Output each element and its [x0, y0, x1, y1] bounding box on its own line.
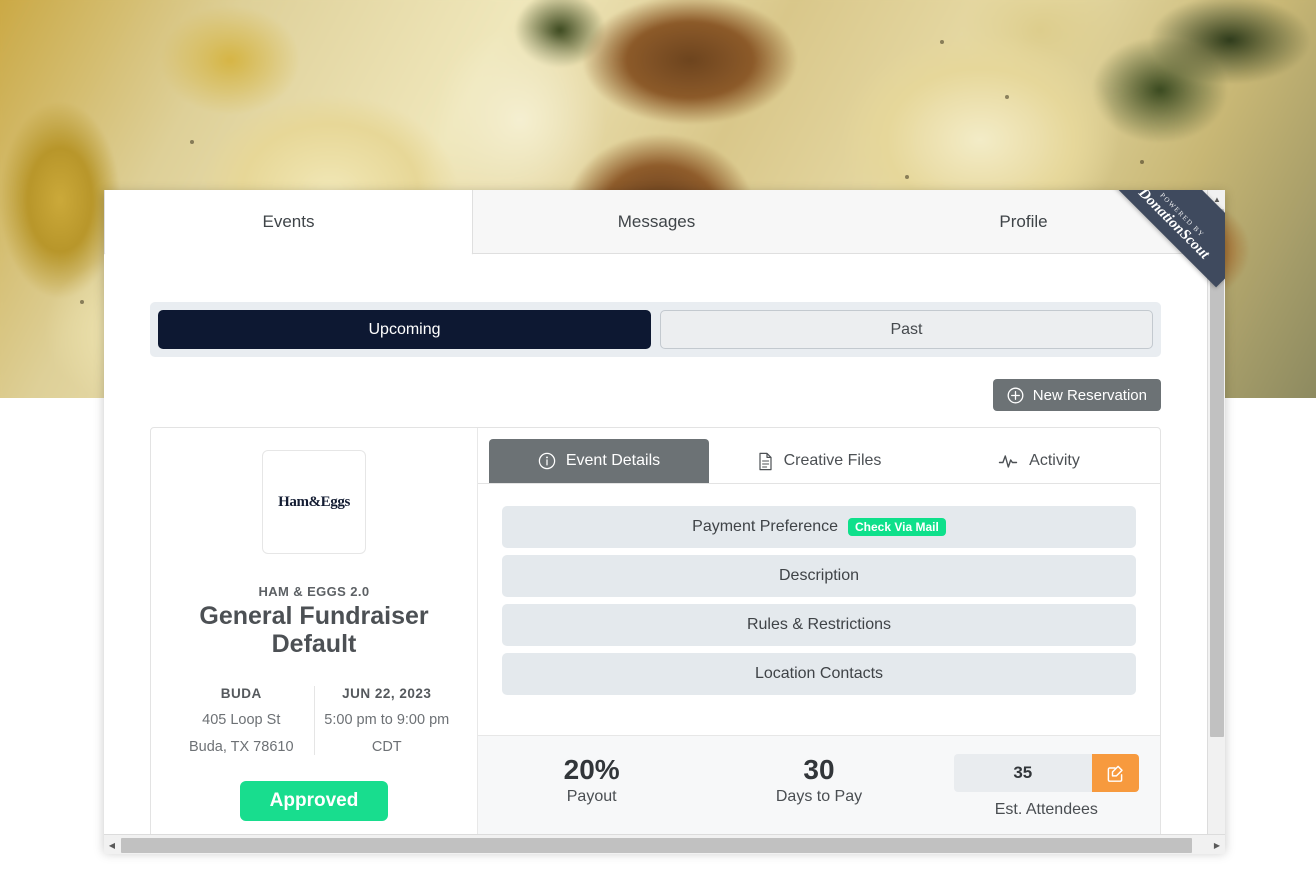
- status-badge-approved[interactable]: Approved: [239, 781, 389, 821]
- filter-past-button[interactable]: Past: [660, 310, 1153, 349]
- accordion-payment-preference-label: Payment Preference: [692, 518, 839, 535]
- pulse-icon: [998, 455, 1018, 468]
- location-street: 405 Loop St: [202, 712, 281, 728]
- tab-events[interactable]: Events: [104, 190, 473, 255]
- detail-tab-creative-files[interactable]: Creative Files: [709, 439, 929, 483]
- tab-events-label: Events: [262, 212, 315, 231]
- stat-days-to-pay-label: Days to Pay: [775, 788, 863, 806]
- event-details-accordion: Payment Preference Check Via Mail Descri…: [478, 484, 1160, 735]
- tab-messages-label: Messages: [617, 211, 696, 231]
- scroll-left-arrow-icon[interactable]: ◀: [104, 835, 120, 855]
- organization-logo-text: Ham&Eggs: [278, 493, 350, 510]
- horizontal-scrollbar-thumb[interactable]: [121, 838, 1192, 853]
- est-attendees-label: Est. Attendees: [994, 801, 1098, 818]
- new-reservation-label: New Reservation: [1032, 386, 1147, 404]
- app-window: Events Messages Profile Upcoming Past Ne…: [104, 190, 1225, 851]
- document-icon: [758, 452, 772, 470]
- accordion-location-contacts[interactable]: Location Contacts: [502, 653, 1136, 695]
- event-detail-panel: Event Details Creative Files Activity Pa…: [478, 428, 1160, 839]
- detail-tab-activity[interactable]: Activity: [929, 439, 1149, 483]
- tab-profile[interactable]: Profile: [840, 190, 1207, 253]
- accordion-payment-preference[interactable]: Payment Preference Check Via Mail: [502, 506, 1136, 548]
- location-city: BUDA: [220, 686, 262, 701]
- stat-days-to-pay-value: 30: [803, 754, 835, 785]
- detail-tab-activity-label: Activity: [1029, 452, 1080, 469]
- schedule-time: 5:00 pm to 9:00 pm: [324, 712, 450, 728]
- info-circle-icon: [538, 452, 556, 470]
- filter-upcoming-label: Upcoming: [368, 320, 441, 338]
- top-tab-strip: Events Messages Profile: [104, 190, 1207, 255]
- tab-profile-label: Profile: [999, 211, 1048, 231]
- est-attendees-edit-button[interactable]: [1091, 754, 1139, 792]
- filter-past-label: Past: [890, 320, 923, 338]
- vertical-scrollbar[interactable]: ▲ ▼: [1207, 190, 1225, 851]
- event-title: General Fundraiser Default: [199, 602, 429, 658]
- event-card: Ham&Eggs HAM & EGGS 2.0 General Fundrais…: [150, 427, 1161, 840]
- event-location-column: BUDA 405 Loop St Buda, TX 78610: [169, 686, 314, 755]
- detail-tab-event-details[interactable]: Event Details: [489, 439, 709, 483]
- detail-tab-event-details-label: Event Details: [565, 452, 661, 469]
- accordion-location-contacts-label: Location Contacts: [754, 665, 884, 682]
- stat-est-attendees: 35 Est. Attendees: [933, 754, 1160, 819]
- schedule-date: JUN 22, 2023: [342, 686, 432, 701]
- payment-preference-pill: Check Via Mail: [848, 518, 946, 536]
- stat-days-to-pay: 30 Days to Pay: [705, 754, 932, 806]
- location-region: Buda, TX 78610: [188, 739, 294, 755]
- toolbar-action-row: New Reservation: [150, 379, 1161, 411]
- accordion-rules-restrictions[interactable]: Rules & Restrictions: [502, 604, 1136, 646]
- app-content: Events Messages Profile Upcoming Past Ne…: [104, 190, 1207, 851]
- accordion-description[interactable]: Description: [502, 555, 1136, 597]
- stat-payout-value: 20%: [563, 754, 620, 785]
- event-schedule-column: JUN 22, 2023 5:00 pm to 9:00 pm CDT: [313, 686, 460, 755]
- est-attendees-control: 35: [953, 754, 1139, 792]
- organization-logo: Ham&Eggs: [262, 450, 366, 554]
- tab-messages[interactable]: Messages: [473, 190, 840, 253]
- scroll-right-arrow-icon[interactable]: ▶: [1209, 835, 1225, 855]
- event-meta-row: BUDA 405 Loop St Buda, TX 78610 JUN 22, …: [169, 686, 459, 755]
- event-stats-row: 20% Payout 30 Days to Pay 35 Est. Attend…: [478, 735, 1160, 839]
- organization-name: HAM & EGGS 2.0: [258, 584, 370, 599]
- est-attendees-value: 35: [953, 754, 1092, 792]
- stat-payout: 20% Payout: [478, 754, 705, 806]
- accordion-description-label: Description: [778, 567, 860, 584]
- schedule-timezone: CDT: [371, 739, 402, 755]
- event-filter-segmented-control: Upcoming Past: [150, 302, 1161, 357]
- detail-tab-creative-files-label: Creative Files: [783, 452, 882, 469]
- scroll-up-arrow-icon[interactable]: ▲: [1208, 190, 1225, 208]
- stat-payout-label: Payout: [566, 788, 617, 806]
- vertical-scrollbar-thumb[interactable]: [1210, 209, 1224, 737]
- filter-upcoming-button[interactable]: Upcoming: [158, 310, 651, 349]
- event-summary-panel: Ham&Eggs HAM & EGGS 2.0 General Fundrais…: [151, 428, 478, 839]
- new-reservation-button[interactable]: New Reservation: [992, 379, 1161, 411]
- horizontal-scrollbar[interactable]: ◀ ▶: [104, 834, 1225, 854]
- edit-pencil-square-icon: [1107, 765, 1123, 782]
- accordion-rules-restrictions-label: Rules & Restrictions: [746, 616, 892, 633]
- plus-circle-icon: [1007, 387, 1024, 403]
- detail-tab-strip: Event Details Creative Files Activity: [478, 428, 1160, 484]
